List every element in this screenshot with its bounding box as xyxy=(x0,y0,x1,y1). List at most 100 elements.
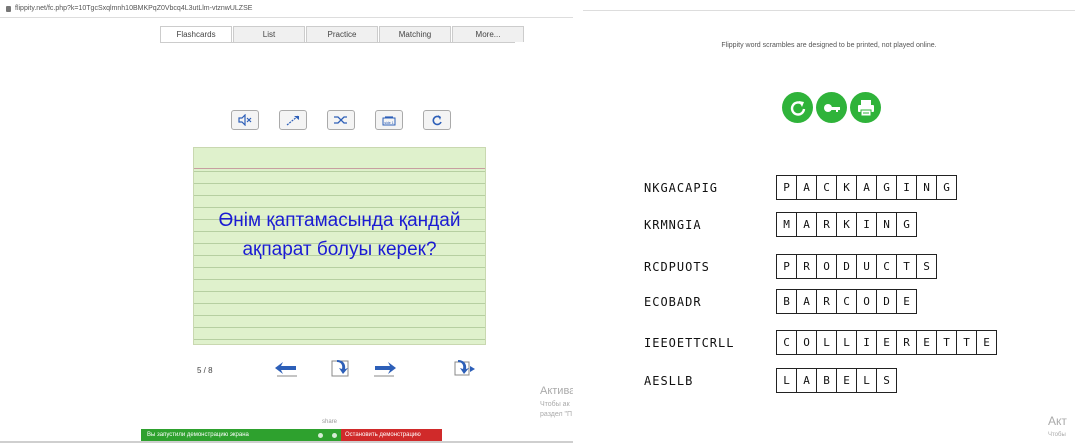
tab-practice[interactable]: Practice xyxy=(306,26,378,42)
letter-box: E xyxy=(916,330,937,355)
letter-box: G xyxy=(936,175,957,200)
screen-share-status: Вы запустили демонстрацию экрана xyxy=(141,429,313,441)
activation-watermark-line2: раздел "П xyxy=(540,411,573,418)
letter-box: E xyxy=(876,330,897,355)
print-icon xyxy=(857,99,874,116)
flip-side-icon: side 1 xyxy=(382,116,396,126)
auto-flip-icon xyxy=(454,360,475,376)
auto-flip-button[interactable] xyxy=(451,357,477,379)
answer-boxes: PACKAGING xyxy=(776,175,957,200)
print-button[interactable] xyxy=(850,92,881,123)
stop-sharing-button[interactable]: Остановить демонстрацию xyxy=(341,429,442,441)
card-counter: 5 / 8 xyxy=(197,366,213,375)
panel-divider xyxy=(573,0,583,443)
letter-box: C xyxy=(876,254,897,279)
letter-box: U xyxy=(856,254,877,279)
card-header-line xyxy=(194,148,485,169)
answer-boxes: LABELS xyxy=(776,368,897,393)
top-edge xyxy=(583,0,1075,11)
scrambled-word: AESLLB xyxy=(644,374,694,388)
screen-share-bar: Вы запустили демонстрацию экрана Останов… xyxy=(141,429,442,441)
tab-matching[interactable]: Matching xyxy=(379,26,451,42)
letter-box: P xyxy=(776,175,797,200)
letter-box: R xyxy=(896,330,917,355)
previous-icon xyxy=(275,362,297,377)
letter-box: D xyxy=(876,289,897,314)
letter-box: D xyxy=(836,254,857,279)
answer-key-button[interactable] xyxy=(816,92,847,123)
activation-watermark-right-sub: Чтобы xyxy=(1048,432,1066,438)
flip-icon xyxy=(331,360,349,377)
next-button[interactable] xyxy=(372,357,398,379)
letter-box: L xyxy=(836,330,857,355)
activation-watermark-line1: Чтобы ак xyxy=(540,401,570,408)
scrambled-word: NKGACAPIG xyxy=(644,181,719,195)
settings-icon[interactable] xyxy=(317,432,323,438)
letter-box: O xyxy=(816,254,837,279)
word-scramble-panel: Flippity word scrambles are designed to … xyxy=(583,0,1075,443)
letter-box: I xyxy=(856,330,877,355)
camera-icon[interactable] xyxy=(331,432,337,438)
share-link[interactable]: share xyxy=(322,419,337,425)
letter-box: G xyxy=(876,175,897,200)
letter-box: M xyxy=(776,212,797,237)
scrambled-word: IEEOETTCRLL xyxy=(644,336,735,350)
letter-box: E xyxy=(976,330,997,355)
letter-box: A xyxy=(796,368,817,393)
flip-side-button[interactable]: side 1 xyxy=(375,110,403,130)
previous-button[interactable] xyxy=(273,357,299,379)
mute-button[interactable] xyxy=(231,110,259,130)
letter-box: T xyxy=(896,254,917,279)
shuffle-button[interactable] xyxy=(327,110,355,130)
letter-box: T xyxy=(936,330,957,355)
letter-box: A xyxy=(856,175,877,200)
flip-side-label: side 1 xyxy=(384,121,393,125)
expand-button[interactable] xyxy=(279,110,307,130)
letter-box: K xyxy=(836,175,857,200)
letter-box: B xyxy=(816,368,837,393)
letter-box: I xyxy=(856,212,877,237)
letter-box: E xyxy=(896,289,917,314)
tab-list[interactable]: List xyxy=(233,26,305,42)
reload-button[interactable] xyxy=(423,110,451,130)
key-icon xyxy=(823,103,840,112)
letter-box: S xyxy=(876,368,897,393)
letter-box: T xyxy=(956,330,977,355)
refresh-button[interactable] xyxy=(782,92,813,123)
lock-icon xyxy=(6,5,11,12)
answer-boxes: COLLIERETTE xyxy=(776,330,997,355)
letter-box: L xyxy=(776,368,797,393)
shuffle-icon xyxy=(334,116,347,124)
letter-box: C xyxy=(776,330,797,355)
tab-flashcards[interactable]: Flashcards xyxy=(160,26,232,42)
answer-boxes: BARCODE xyxy=(776,289,917,314)
reload-icon xyxy=(432,115,442,126)
card-text: Өнім қаптамасында қандай ақпарат болуы к… xyxy=(218,210,461,260)
tab-more[interactable]: More... xyxy=(452,26,524,42)
flashcard[interactable]: Өнім қаптамасында қандай ақпарат болуы к… xyxy=(193,147,486,345)
answer-boxes: MARKING xyxy=(776,212,917,237)
letter-box: G xyxy=(896,212,917,237)
letter-box: I xyxy=(896,175,917,200)
letter-box: K xyxy=(836,212,857,237)
scramble-toolbar xyxy=(782,92,881,123)
letter-box: E xyxy=(836,368,857,393)
letter-box: R xyxy=(816,289,837,314)
mute-icon xyxy=(238,114,252,126)
letter-box: A xyxy=(796,212,817,237)
activation-watermark-right: Акт xyxy=(1048,414,1067,428)
address-bar[interactable]: flippity.net/fc.php?k=10TgcSxqlmnh10BMKP… xyxy=(0,0,573,18)
letter-box: O xyxy=(856,289,877,314)
letter-box: N xyxy=(916,175,937,200)
scrambled-word: ECOBADR xyxy=(644,295,702,309)
screen-share-icons xyxy=(313,429,341,441)
letter-box: A xyxy=(796,289,817,314)
letter-box: S xyxy=(916,254,937,279)
flip-button[interactable] xyxy=(327,357,353,379)
letter-box: A xyxy=(796,175,817,200)
print-note: Flippity word scrambles are designed to … xyxy=(721,42,937,49)
letter-box: C xyxy=(836,289,857,314)
tab-divider xyxy=(160,42,515,43)
letter-box: P xyxy=(776,254,797,279)
letter-box: O xyxy=(796,330,817,355)
